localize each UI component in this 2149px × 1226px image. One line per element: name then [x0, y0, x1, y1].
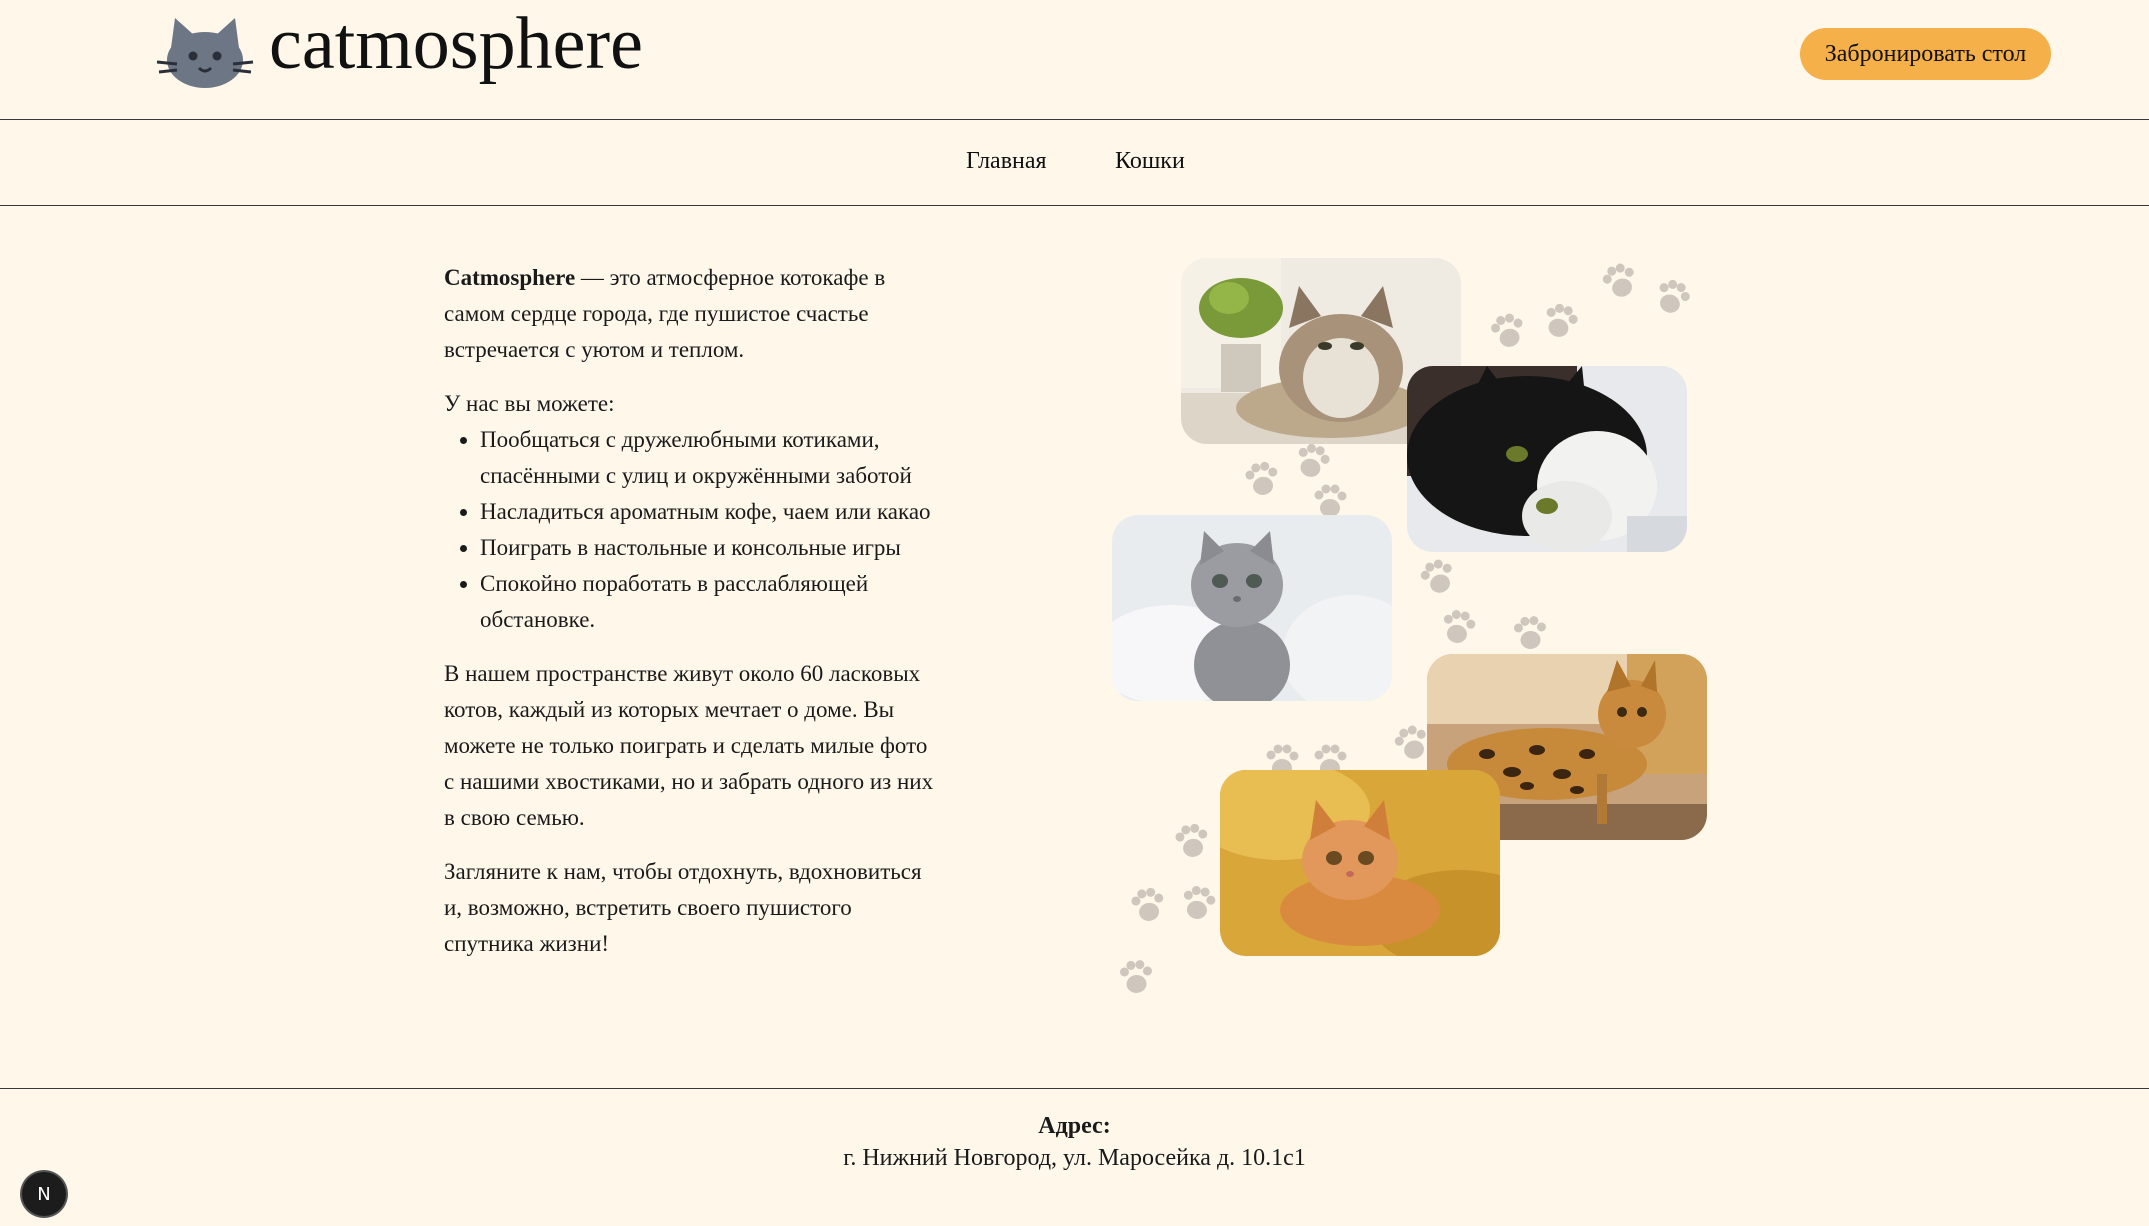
dev-tools-badge[interactable]: N — [22, 1172, 66, 1216]
list-item: Спокойно поработать в расслабляющей обст… — [480, 566, 934, 638]
nav-link-home[interactable]: Главная — [966, 148, 1047, 175]
ginger-kitten-photo — [1220, 770, 1500, 956]
main-nav: Главная Кошки — [0, 120, 2149, 206]
nav-link-cats[interactable]: Кошки — [1115, 148, 1185, 175]
site-header: catmosphere Забронировать стол — [0, 0, 2149, 120]
black-white-cat-photo — [1407, 366, 1687, 552]
invite-paragraph: Загляните к нам, чтобы отдохнуть, вдохно… — [444, 859, 922, 956]
features-list: Пообщаться с дружелюбными котиками, спас… — [480, 422, 934, 638]
list-item: Пообщаться с дружелюбными котиками, спас… — [480, 422, 934, 494]
cat-face-icon — [156, 18, 254, 88]
logo[interactable]: catmosphere — [155, 3, 643, 90]
intro-paragraph: Catmosphere — это атмосферное котокафе в… — [444, 260, 934, 368]
list-item: Насладиться ароматным кофе, чаем или как… — [480, 494, 934, 530]
about-section: Catmosphere — это атмосферное котокафе в… — [444, 260, 934, 980]
logo-text: catmosphere — [269, 3, 643, 85]
cats-paragraph: В нашем пространстве живут около 60 ласк… — [444, 661, 934, 830]
book-table-button[interactable]: Забронировать стол — [1800, 28, 2051, 80]
address-title: Адрес: — [1038, 1113, 1111, 1139]
grey-kitten-photo — [1112, 515, 1392, 701]
address-text: г. Нижний Новгород, ул. Маросейка д. 10.… — [843, 1145, 1306, 1171]
features-title: У нас вы можете: — [444, 391, 615, 416]
list-item: Поиграть в настольные и консольные игры — [480, 530, 934, 566]
brand-name: Catmosphere — [444, 265, 576, 290]
site-footer: Адрес: г. Нижний Новгород, ул. Маросейка… — [0, 1088, 2149, 1226]
